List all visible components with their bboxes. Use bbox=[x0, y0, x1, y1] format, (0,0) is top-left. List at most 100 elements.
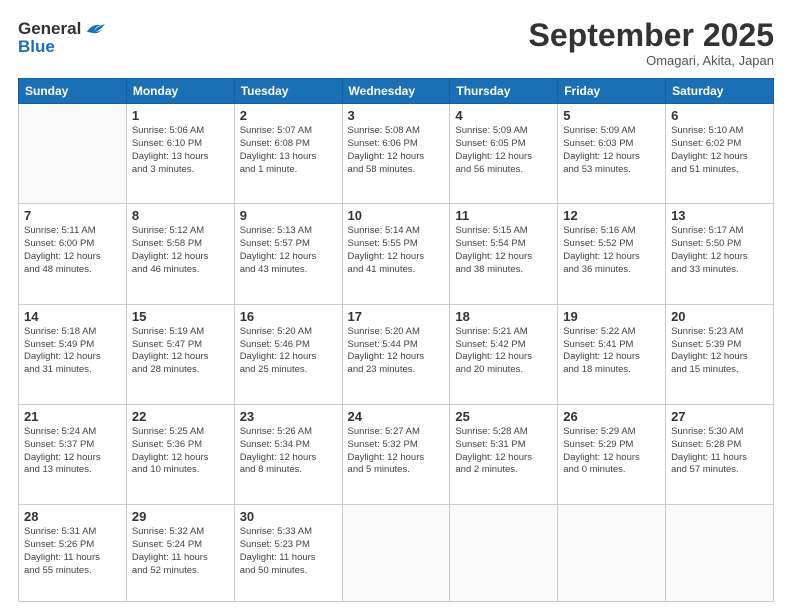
month-title: September 2025 bbox=[529, 18, 774, 53]
day-number: 8 bbox=[132, 208, 229, 223]
day-info: Sunrise: 5:09 AMSunset: 6:05 PMDaylight:… bbox=[455, 125, 552, 176]
day-number: 21 bbox=[24, 409, 121, 424]
day-number: 25 bbox=[455, 409, 552, 424]
location: Omagari, Akita, Japan bbox=[529, 53, 774, 68]
logo-bird-icon bbox=[84, 18, 106, 40]
table-row: 27Sunrise: 5:30 AMSunset: 5:28 PMDayligh… bbox=[666, 404, 774, 504]
table-row bbox=[666, 505, 774, 602]
logo-text: General Blue bbox=[18, 18, 107, 57]
table-row: 9 Sunrise: 5:13 AMSunset: 5:57 PMDaylight… bbox=[234, 204, 342, 304]
day-number: 19 bbox=[563, 309, 660, 324]
table-row: 15 Sunrise: 5:19 AMSunset: 5:47 PMDayligh… bbox=[126, 304, 234, 404]
col-friday: Friday bbox=[558, 79, 666, 104]
day-number: 5 bbox=[563, 108, 660, 123]
day-number: 29 bbox=[132, 509, 229, 524]
day-number: 23 bbox=[240, 409, 337, 424]
table-row: 25 Sunrise: 5:28 AMSunset: 5:31 PMDayligh… bbox=[450, 404, 558, 504]
day-info: Sunrise: 5:08 AMSunset: 6:06 PMDaylight:… bbox=[348, 125, 445, 176]
day-number: 7 bbox=[24, 208, 121, 223]
day-info: Sunrise: 5:25 AMSunset: 5:36 PMDaylight:… bbox=[132, 426, 229, 477]
day-info: Sunrise: 5:32 AMSunset: 5:24 PMDaylight:… bbox=[132, 526, 229, 577]
day-info: Sunrise: 5:18 AMSunset: 5:49 PMDaylight:… bbox=[24, 326, 121, 377]
table-row: 2 Sunrise: 5:07 AMSunset: 6:08 PMDaylight… bbox=[234, 104, 342, 204]
day-number: 10 bbox=[348, 208, 445, 223]
day-info: Sunrise: 5:21 AMSunset: 5:42 PMDaylight:… bbox=[455, 326, 552, 377]
day-number: 28 bbox=[24, 509, 121, 524]
day-info: Sunrise: 5:12 AMSunset: 5:58 PMDaylight:… bbox=[132, 225, 229, 276]
day-info: Sunrise: 5:06 AMSunset: 6:10 PMDaylight:… bbox=[132, 125, 229, 176]
table-row: 30 Sunrise: 5:33 AMSunset: 5:23 PMDayligh… bbox=[234, 505, 342, 602]
day-number: 27 bbox=[671, 409, 768, 424]
logo-general: General bbox=[18, 20, 81, 39]
col-sunday: Sunday bbox=[19, 79, 127, 104]
table-row: 20 Sunrise: 5:23 AMSunset: 5:39 PMDayligh… bbox=[666, 304, 774, 404]
day-number: 2 bbox=[240, 108, 337, 123]
table-row: 18 Sunrise: 5:21 AMSunset: 5:42 PMDayligh… bbox=[450, 304, 558, 404]
table-row: 26Sunrise: 5:29 AMSunset: 5:29 PMDayligh… bbox=[558, 404, 666, 504]
day-info: Sunrise: 5:09 AMSunset: 6:03 PMDaylight:… bbox=[563, 125, 660, 176]
day-number: 12 bbox=[563, 208, 660, 223]
day-number: 11 bbox=[455, 208, 552, 223]
day-number: 16 bbox=[240, 309, 337, 324]
day-info: Sunrise: 5:20 AMSunset: 5:44 PMDaylight:… bbox=[348, 326, 445, 377]
table-row: 21 Sunrise: 5:24 AMSunset: 5:37 PMDayligh… bbox=[19, 404, 127, 504]
day-number: 15 bbox=[132, 309, 229, 324]
table-row: 3 Sunrise: 5:08 AMSunset: 6:06 PMDaylight… bbox=[342, 104, 450, 204]
day-info: Sunrise: 5:24 AMSunset: 5:37 PMDaylight:… bbox=[24, 426, 121, 477]
logo-blue-text: Blue bbox=[18, 38, 107, 57]
day-info: Sunrise: 5:26 AMSunset: 5:34 PMDaylight:… bbox=[240, 426, 337, 477]
table-row: 24 Sunrise: 5:27 AMSunset: 5:32 PMDayligh… bbox=[342, 404, 450, 504]
day-number: 4 bbox=[455, 108, 552, 123]
table-row: 6 Sunrise: 5:10 AMSunset: 6:02 PMDaylight… bbox=[666, 104, 774, 204]
calendar-header-row: Sunday Monday Tuesday Wednesday Thursday… bbox=[19, 79, 774, 104]
day-number: 3 bbox=[348, 108, 445, 123]
day-info: Sunrise: 5:27 AMSunset: 5:32 PMDaylight:… bbox=[348, 426, 445, 477]
page: General Blue September 2025 Omagari, Aki… bbox=[0, 0, 792, 612]
day-number: 18 bbox=[455, 309, 552, 324]
day-info: Sunrise: 5:07 AMSunset: 6:08 PMDaylight:… bbox=[240, 125, 337, 176]
table-row bbox=[450, 505, 558, 602]
day-info: Sunrise: 5:33 AMSunset: 5:23 PMDaylight:… bbox=[240, 526, 337, 577]
day-info: Sunrise: 5:19 AMSunset: 5:47 PMDaylight:… bbox=[132, 326, 229, 377]
day-info: Sunrise: 5:17 AMSunset: 5:50 PMDaylight:… bbox=[671, 225, 768, 276]
day-info: Sunrise: 5:20 AMSunset: 5:46 PMDaylight:… bbox=[240, 326, 337, 377]
col-monday: Monday bbox=[126, 79, 234, 104]
table-row: 13Sunrise: 5:17 AMSunset: 5:50 PMDayligh… bbox=[666, 204, 774, 304]
table-row: 5 Sunrise: 5:09 AMSunset: 6:03 PMDaylight… bbox=[558, 104, 666, 204]
day-number: 22 bbox=[132, 409, 229, 424]
table-row bbox=[19, 104, 127, 204]
table-row: 19 Sunrise: 5:22 AMSunset: 5:41 PMDayligh… bbox=[558, 304, 666, 404]
day-info: Sunrise: 5:10 AMSunset: 6:02 PMDaylight:… bbox=[671, 125, 768, 176]
day-info: Sunrise: 5:28 AMSunset: 5:31 PMDaylight:… bbox=[455, 426, 552, 477]
table-row: 7 Sunrise: 5:11 AMSunset: 6:00 PMDaylight… bbox=[19, 204, 127, 304]
table-row: 11Sunrise: 5:15 AMSunset: 5:54 PMDayligh… bbox=[450, 204, 558, 304]
day-number: 30 bbox=[240, 509, 337, 524]
table-row: 10 Sunrise: 5:14 AMSunset: 5:55 PMDayligh… bbox=[342, 204, 450, 304]
day-info: Sunrise: 5:13 AMSunset: 5:57 PMDaylight:… bbox=[240, 225, 337, 276]
day-info: Sunrise: 5:22 AMSunset: 5:41 PMDaylight:… bbox=[563, 326, 660, 377]
day-info: Sunrise: 5:31 AMSunset: 5:26 PMDaylight:… bbox=[24, 526, 121, 577]
day-number: 14 bbox=[24, 309, 121, 324]
table-row: 1 Sunrise: 5:06 AMSunset: 6:10 PMDaylight… bbox=[126, 104, 234, 204]
day-number: 1 bbox=[132, 108, 229, 123]
day-info: Sunrise: 5:23 AMSunset: 5:39 PMDaylight:… bbox=[671, 326, 768, 377]
day-number: 6 bbox=[671, 108, 768, 123]
table-row: 8 Sunrise: 5:12 AMSunset: 5:58 PMDaylight… bbox=[126, 204, 234, 304]
day-info: Sunrise: 5:14 AMSunset: 5:55 PMDaylight:… bbox=[348, 225, 445, 276]
table-row: 12Sunrise: 5:16 AMSunset: 5:52 PMDayligh… bbox=[558, 204, 666, 304]
day-number: 20 bbox=[671, 309, 768, 324]
title-block: September 2025 Omagari, Akita, Japan bbox=[529, 18, 774, 68]
table-row: 29 Sunrise: 5:32 AMSunset: 5:24 PMDayligh… bbox=[126, 505, 234, 602]
day-number: 24 bbox=[348, 409, 445, 424]
day-info: Sunrise: 5:11 AMSunset: 6:00 PMDaylight:… bbox=[24, 225, 121, 276]
logo: General Blue bbox=[18, 18, 107, 57]
table-row: 17Sunrise: 5:20 AMSunset: 5:44 PMDayligh… bbox=[342, 304, 450, 404]
col-tuesday: Tuesday bbox=[234, 79, 342, 104]
day-number: 9 bbox=[240, 208, 337, 223]
header: General Blue September 2025 Omagari, Aki… bbox=[18, 18, 774, 68]
table-row: 22 Sunrise: 5:25 AMSunset: 5:36 PMDayligh… bbox=[126, 404, 234, 504]
table-row: 14 Sunrise: 5:18 AMSunset: 5:49 PMDayligh… bbox=[19, 304, 127, 404]
table-row: 16 Sunrise: 5:20 AMSunset: 5:46 PMDayligh… bbox=[234, 304, 342, 404]
table-row bbox=[342, 505, 450, 602]
day-info: Sunrise: 5:29 AMSunset: 5:29 PMDaylight:… bbox=[563, 426, 660, 477]
